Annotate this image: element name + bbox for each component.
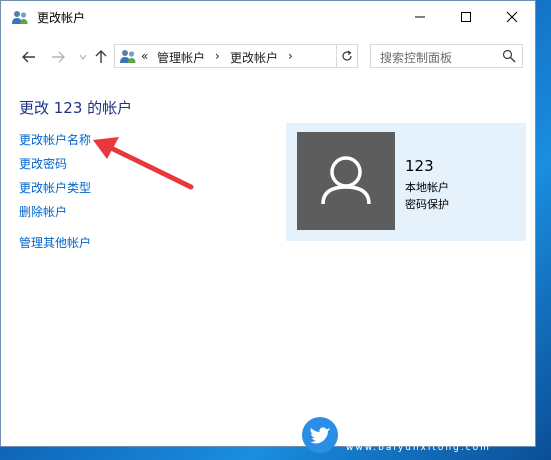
minimize-icon — [415, 16, 425, 18]
users-icon — [120, 50, 136, 63]
forward-arrow-icon — [52, 51, 65, 63]
user-avatar-icon — [321, 156, 371, 205]
up-arrow-icon — [95, 50, 107, 63]
page-title: 更改 123 的帐户 — [19, 99, 133, 117]
search-input[interactable]: 搜索控制面板 — [370, 44, 523, 68]
back-arrow-icon — [22, 51, 35, 63]
maximize-button[interactable] — [443, 1, 489, 33]
control-panel-window: 更改帐户 « 管理帐户 › 更改帐户 › 搜索控制面板 更改 123 的帐户 更… — [0, 0, 536, 447]
account-info-panel: 123 本地帐户 密码保护 — [286, 123, 526, 241]
breadcrumb-separator[interactable]: › — [288, 49, 293, 63]
search-placeholder: 搜索控制面板 — [380, 51, 453, 65]
title-bar: 更改帐户 — [1, 1, 535, 33]
chevron-down-icon — [79, 54, 87, 60]
maximize-icon — [461, 12, 471, 22]
watermark-title: 白云一键重装系统 — [344, 419, 529, 444]
manage-other-accounts-link[interactable]: 管理其他帐户 — [19, 234, 91, 251]
delete-account-link[interactable]: 删除帐户 — [19, 203, 67, 220]
search-icon — [502, 49, 516, 63]
change-account-name-link[interactable]: 更改帐户名称 — [19, 131, 91, 148]
change-account-type-link[interactable]: 更改帐户类型 — [19, 179, 91, 196]
back-button[interactable] — [19, 47, 39, 67]
close-button[interactable] — [489, 1, 535, 33]
refresh-button[interactable] — [336, 45, 357, 67]
close-icon — [506, 11, 518, 23]
address-bar[interactable]: « 管理帐户 › 更改帐户 › — [114, 44, 358, 68]
breadcrumb-separator[interactable]: › — [215, 49, 220, 63]
navigation-bar: « 管理帐户 › 更改帐户 › 搜索控制面板 — [1, 39, 535, 75]
account-type: 本地帐户 — [405, 181, 449, 194]
address-prefix[interactable]: « — [141, 49, 148, 63]
users-icon — [12, 11, 28, 24]
change-password-link[interactable]: 更改密码 — [19, 155, 67, 172]
up-button[interactable] — [91, 47, 111, 67]
watermark-logo: 白云一键重装系统 www.baiyunxitong.com — [302, 413, 548, 457]
breadcrumb-item[interactable]: 管理帐户 — [157, 49, 205, 66]
watermark-url: www.baiyunxitong.com — [346, 443, 491, 453]
forward-button[interactable] — [48, 47, 68, 67]
avatar — [297, 132, 395, 230]
recent-locations-button[interactable] — [73, 47, 93, 67]
account-status: 密码保护 — [405, 198, 449, 211]
window-title: 更改帐户 — [37, 11, 86, 25]
twitter-bird-icon — [302, 417, 338, 453]
minimize-button[interactable] — [397, 1, 443, 33]
refresh-icon — [342, 50, 352, 61]
breadcrumb-item[interactable]: 更改帐户 — [230, 49, 278, 66]
account-name: 123 — [405, 157, 434, 175]
